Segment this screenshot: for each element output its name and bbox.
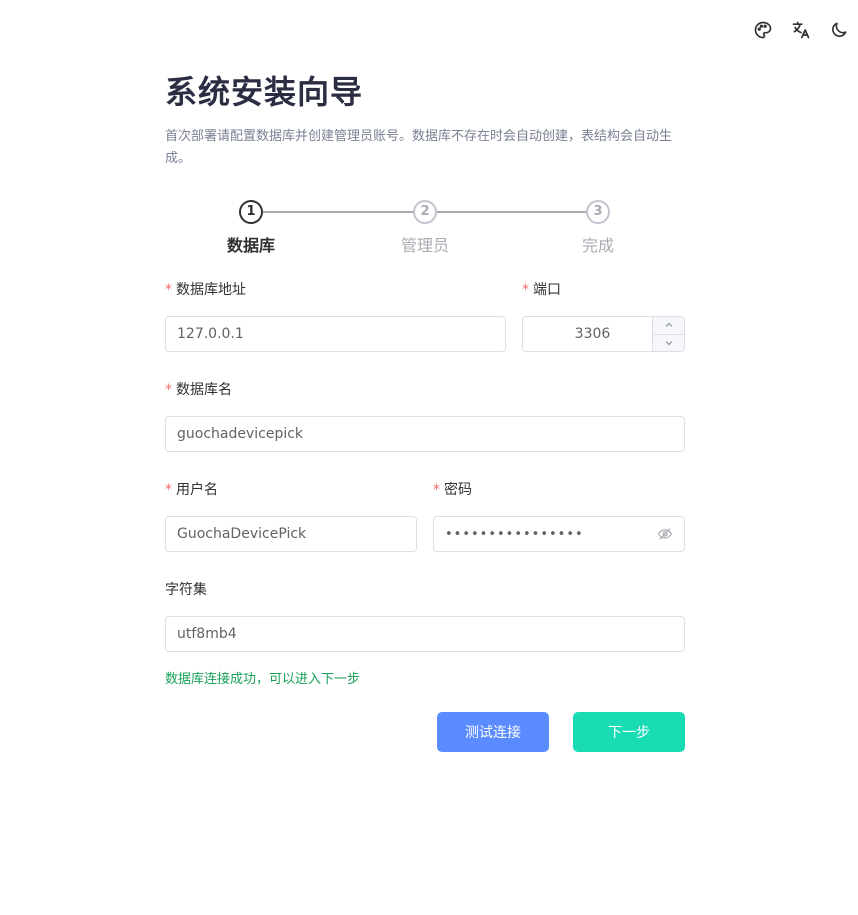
charset-input[interactable]: utf8mb4 [165, 616, 685, 652]
increment-button[interactable] [653, 317, 684, 334]
decrement-button[interactable] [653, 333, 684, 352]
step-finish: 3 完成 [538, 200, 658, 256]
charset-label: 字符集 [165, 582, 207, 598]
step-admin: 2 管理员 [365, 200, 485, 256]
db-name-input[interactable]: guochadevicepick [165, 416, 685, 452]
username-input[interactable]: GuochaDevicePick [165, 516, 417, 552]
database-form: * 数据库地址 127.0.0.1 * 端口 3306 * 数据库名 guoch… [165, 280, 685, 752]
host-label: 数据库地址 [176, 282, 246, 298]
step-number: 3 [586, 200, 610, 224]
port-label: 端口 [533, 282, 561, 298]
charset-field: 字符集 utf8mb4 [165, 580, 685, 652]
required-mark: * [165, 382, 172, 398]
db-name-field: * 数据库名 guochadevicepick [165, 380, 685, 452]
step-connector-2 [437, 211, 599, 213]
theme-button[interactable] [744, 18, 782, 42]
test-connection-button[interactable]: 测试连接 [437, 712, 549, 752]
required-mark: * [433, 482, 440, 498]
password-input[interactable]: •••••••••••••••• [433, 516, 685, 552]
step-number: 2 [413, 200, 437, 224]
form-actions: 测试连接 下一步 [165, 712, 685, 752]
step-number: 1 [239, 200, 263, 224]
translate-icon [792, 21, 810, 39]
toggle-password-visibility[interactable] [657, 526, 673, 542]
required-mark: * [522, 282, 529, 298]
step-label: 数据库 [226, 236, 275, 255]
password-field: * 密码 •••••••••••••••• [433, 480, 685, 552]
port-field: * 端口 3306 [522, 280, 685, 352]
required-mark: * [165, 482, 172, 498]
language-button[interactable] [782, 18, 820, 42]
db-name-label: 数据库名 [176, 382, 232, 398]
step-label: 完成 [581, 236, 614, 255]
step-connector-1 [263, 211, 425, 213]
eye-off-icon [657, 528, 673, 540]
dark-mode-button[interactable] [820, 18, 858, 42]
host-input[interactable]: 127.0.0.1 [165, 316, 506, 352]
top-toolbar [744, 18, 858, 42]
page-title: 系统安装向导 [165, 73, 364, 111]
chevron-down-icon [665, 340, 672, 346]
username-field: * 用户名 GuochaDevicePick [165, 480, 417, 552]
step-indicator: 1 数据库 2 管理员 3 完成 [165, 200, 685, 270]
step-label: 管理员 [400, 236, 449, 255]
host-field: * 数据库地址 127.0.0.1 [165, 280, 506, 352]
next-step-button[interactable]: 下一步 [573, 712, 685, 752]
step-database: 1 数据库 [191, 200, 311, 256]
port-value[interactable]: 3306 [523, 317, 652, 351]
page-description: 首次部署请配置数据库并创建管理员账号。数据库不存在时会自动创建，表结构会自动生成… [165, 129, 673, 166]
moon-icon [832, 22, 847, 37]
connection-status-message: 数据库连接成功，可以进入下一步 [165, 672, 361, 687]
password-label: 密码 [444, 482, 472, 498]
install-wizard: 系统安装向导 首次部署请配置数据库并创建管理员账号。数据库不存在时会自动创建，表… [165, 70, 685, 752]
username-label: 用户名 [176, 482, 218, 498]
required-mark: * [165, 282, 172, 298]
chevron-up-icon [665, 322, 672, 328]
palette-icon [754, 21, 772, 39]
port-stepper[interactable]: 3306 [522, 316, 685, 352]
